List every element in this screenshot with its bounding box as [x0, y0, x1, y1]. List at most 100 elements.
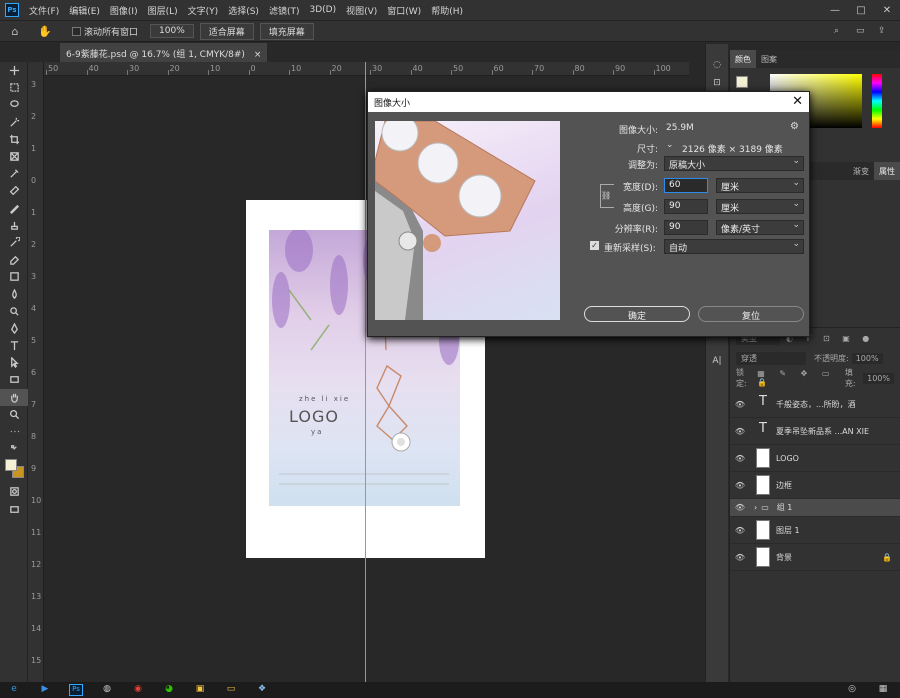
dialog-close-icon[interactable]: ✕: [792, 94, 803, 109]
frame-tool-icon[interactable]: [0, 148, 28, 165]
tab-properties[interactable]: 属性: [874, 162, 900, 180]
learn-icon[interactable]: ◌: [706, 60, 728, 70]
visibility-eye-icon[interactable]: 👁: [730, 427, 750, 436]
app-icon[interactable]: ◍: [100, 684, 114, 696]
foreground-color-swatch[interactable]: [5, 459, 17, 472]
libraries-icon[interactable]: ⊡: [706, 78, 728, 88]
pinned-app-icon[interactable]: ▶: [38, 684, 52, 696]
menu-3d[interactable]: 3D(D): [304, 5, 341, 15]
hand-tool-icon[interactable]: ✋: [30, 25, 60, 38]
menu-view[interactable]: 视图(V): [341, 4, 382, 17]
expand-chevron-icon[interactable]: ›: [754, 503, 757, 512]
clone-stamp-tool-icon[interactable]: [0, 217, 28, 234]
menu-layer[interactable]: 图层(L): [143, 4, 183, 17]
tray-icon[interactable]: ◎: [845, 684, 859, 696]
tab-color[interactable]: 颜色: [730, 50, 756, 68]
menu-filter[interactable]: 滤镜(T): [264, 4, 305, 17]
photoshop-taskbar-icon[interactable]: Ps: [69, 684, 83, 696]
default-colors-icon[interactable]: [0, 440, 28, 457]
file-explorer-icon[interactable]: ▭: [224, 684, 238, 696]
visibility-eye-icon[interactable]: 👁: [730, 553, 750, 562]
visibility-eye-icon[interactable]: 👁: [730, 503, 750, 512]
brush-tool-icon[interactable]: [0, 200, 28, 217]
color-swatches[interactable]: [0, 457, 27, 483]
height-unit-select[interactable]: 厘米: [716, 199, 804, 214]
workspace-icon[interactable]: ▭: [856, 26, 878, 36]
close-tab-icon[interactable]: ×: [254, 50, 262, 60]
tab-pattern[interactable]: 图案: [756, 50, 782, 68]
width-unit-select[interactable]: 厘米: [716, 178, 804, 193]
blend-mode-select[interactable]: 穿透: [736, 351, 806, 365]
hue-slider[interactable]: [872, 74, 882, 128]
more-tools-icon[interactable]: [0, 423, 28, 440]
magic-wand-tool-icon[interactable]: [0, 114, 28, 131]
layer-row[interactable]: 👁 背景 🔒: [730, 544, 900, 571]
quick-mask-icon[interactable]: [0, 483, 28, 500]
input-method-icon[interactable]: ▦: [876, 684, 890, 696]
search-icon[interactable]: ⌕: [834, 26, 856, 36]
path-selection-tool-icon[interactable]: [0, 354, 28, 371]
fill-field[interactable]: 100%: [863, 372, 894, 384]
resample-checkbox[interactable]: ✓: [590, 241, 599, 250]
opacity-field[interactable]: 100%: [851, 352, 883, 364]
menu-help[interactable]: 帮助(H): [426, 4, 468, 17]
share-icon[interactable]: ⇪: [878, 26, 900, 36]
dodge-tool-icon[interactable]: [0, 303, 28, 320]
layer-row[interactable]: 👁 › ▭ 组 1: [730, 499, 900, 517]
wechat-icon[interactable]: ◕: [162, 684, 176, 696]
maximize-button[interactable]: □: [848, 5, 874, 16]
rectangle-tool-icon[interactable]: [0, 371, 28, 388]
fit-screen-button[interactable]: 适合屏幕: [199, 22, 254, 40]
visibility-eye-icon[interactable]: 👁: [730, 526, 750, 535]
notes-app-icon[interactable]: ▣: [193, 684, 207, 696]
menu-type[interactable]: 文字(Y): [183, 4, 224, 17]
move-tool-icon[interactable]: [0, 62, 28, 79]
document-tab[interactable]: 6-9紫藤花.psd @ 16.7% (组 1, CMYK/8#) ×: [60, 43, 268, 62]
pen-tool-icon[interactable]: [0, 320, 28, 337]
screen-mode-icon[interactable]: [0, 501, 28, 518]
edge-browser-icon[interactable]: e: [7, 684, 21, 696]
fill-screen-button[interactable]: 填充屏幕: [259, 22, 314, 40]
home-icon[interactable]: ⌂: [0, 25, 30, 38]
height-input[interactable]: 90: [664, 199, 708, 214]
paragraph-icon[interactable]: A|: [706, 356, 728, 366]
menu-edit[interactable]: 编辑(E): [64, 4, 105, 17]
visibility-eye-icon[interactable]: 👁: [730, 481, 750, 490]
dialog-preview-image[interactable]: [375, 121, 560, 320]
minimize-button[interactable]: —: [822, 5, 848, 16]
type-tool-icon[interactable]: [0, 337, 28, 354]
layer-row[interactable]: 👁 图层 1: [730, 517, 900, 544]
resample-select[interactable]: 自动: [664, 239, 804, 254]
lock-icons[interactable]: ▦ ✎ ✥ ▭ 🔒: [757, 369, 841, 387]
scroll-all-checkbox[interactable]: [72, 26, 81, 36]
zoom-tool-icon[interactable]: [0, 406, 28, 423]
close-window-button[interactable]: ✕: [874, 5, 900, 16]
gradient-tool-icon[interactable]: [0, 268, 28, 285]
layer-row[interactable]: 👁 LOGO: [730, 445, 900, 472]
lasso-tool-icon[interactable]: [0, 96, 28, 113]
zoom-100-button[interactable]: 100%: [150, 24, 194, 38]
lock-icon[interactable]: 🔒: [882, 553, 892, 562]
gear-icon[interactable]: ⚙: [790, 121, 799, 132]
history-brush-tool-icon[interactable]: [0, 234, 28, 251]
layer-row[interactable]: 👁 边框: [730, 472, 900, 499]
vertical-guide-line[interactable]: [365, 62, 366, 682]
menu-select[interactable]: 选择(S): [223, 4, 264, 17]
hand-tool-icon[interactable]: [0, 388, 28, 406]
menu-image[interactable]: 图像(I): [105, 4, 143, 17]
settings-app-icon[interactable]: ❖: [255, 684, 269, 696]
chrome-icon[interactable]: ◉: [131, 684, 145, 696]
fit-to-select[interactable]: 原稿大小: [664, 156, 804, 171]
eyedropper-tool-icon[interactable]: [0, 165, 28, 182]
resolution-input[interactable]: 90: [664, 220, 708, 235]
fg-color-chip[interactable]: [736, 76, 748, 88]
reset-button[interactable]: 复位: [698, 306, 804, 322]
eraser-tool-icon[interactable]: [0, 251, 28, 268]
resolution-unit-select[interactable]: 像素/英寸: [716, 220, 804, 235]
menu-window[interactable]: 窗口(W): [382, 4, 426, 17]
visibility-eye-icon[interactable]: 👁: [730, 454, 750, 463]
layer-row[interactable]: 👁 T 千般姿态，...所盼，酒: [730, 391, 900, 418]
width-input[interactable]: 60: [664, 178, 708, 193]
menu-file[interactable]: 文件(F): [24, 4, 64, 17]
marquee-tool-icon[interactable]: [0, 79, 28, 96]
